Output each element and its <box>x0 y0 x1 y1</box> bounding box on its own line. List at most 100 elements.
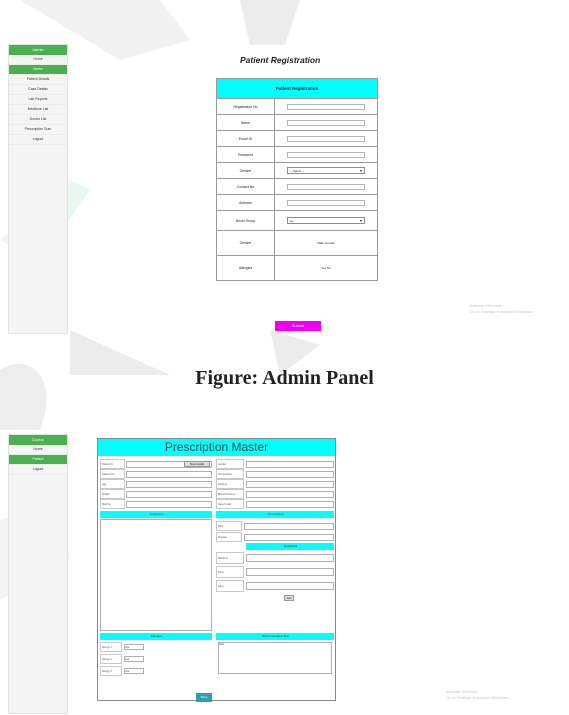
form-row: Name <box>216 114 378 131</box>
field-cell <box>274 146 378 163</box>
text-input[interactable] <box>287 135 365 142</box>
field-label: Contact No <box>216 178 275 195</box>
add-button[interactable]: Add <box>284 595 294 601</box>
field-label: Dose <box>216 566 244 578</box>
sidebar-item[interactable]: Home <box>9 445 67 455</box>
field-label: Allergies <box>216 255 275 281</box>
form-row: Registration No <box>216 98 378 115</box>
select-field[interactable] <box>246 582 334 590</box>
sidebar-item[interactable]: Logout <box>9 465 67 475</box>
prescription-header: Prescription <box>216 511 334 518</box>
text-input[interactable] <box>246 501 334 508</box>
show-details-button[interactable]: Show Details <box>184 461 210 467</box>
text-input[interactable] <box>287 199 365 206</box>
radio-group[interactable]: Male Female <box>276 241 376 245</box>
form-row: Password <box>216 146 378 163</box>
text-input[interactable] <box>246 481 334 488</box>
text-input[interactable] <box>287 151 365 158</box>
sidebar-item[interactable]: Doctor List <box>9 115 67 125</box>
sidebar-item[interactable]: Patient Details <box>9 75 67 85</box>
radio-group[interactable]: Yes No <box>276 266 376 270</box>
select-value: -- Select -- <box>290 169 305 173</box>
field-label: Weight <box>100 489 125 499</box>
field-label: Case Detail <box>216 499 244 509</box>
field-cell: Yes No <box>274 255 378 281</box>
symptoms-header: Symptoms <box>100 511 212 518</box>
sidebar-item[interactable]: Prescription Sum <box>9 125 67 135</box>
field-cell: A+ ▾ <box>274 210 378 231</box>
field-label: Age <box>100 479 125 489</box>
activate-windows-notice-2: Activate Windows Go to Settings to activ… <box>446 689 509 701</box>
sidebar-item[interactable]: Lab Reports <box>9 95 67 105</box>
field-cell <box>274 130 378 147</box>
field-label: Name <box>216 114 275 131</box>
text-input[interactable]: Yes <box>124 656 144 662</box>
chevron-down-icon: ▾ <box>359 168 362 173</box>
field-label: Blood Pressure <box>216 489 244 499</box>
symptoms-textarea[interactable] <box>100 519 212 631</box>
form-row: Address <box>216 194 378 211</box>
select-field[interactable]: -- Select -- ▾ <box>287 167 365 174</box>
registration-form: Patient Registration Registration No Name… <box>216 78 378 281</box>
chevron-down-icon: ▾ <box>359 218 362 223</box>
text-input[interactable] <box>126 491 212 498</box>
form-row: Gender -- Select -- ▾ <box>216 162 378 179</box>
text-input[interactable] <box>126 501 212 508</box>
field-label: Allergy 1 <box>100 642 122 652</box>
select-value: A+ <box>290 219 294 223</box>
field-cell <box>274 114 378 131</box>
field-label: Temperature <box>216 469 244 479</box>
text-input[interactable]: Yes <box>124 644 144 650</box>
field-label: Allergy 2 <box>100 654 122 664</box>
figure-caption: Figure: Admin Panel <box>195 367 374 389</box>
save-button[interactable]: Save <box>196 693 212 702</box>
text-input[interactable] <box>246 491 334 498</box>
text-input[interactable] <box>126 471 212 478</box>
field-label: Gender <box>216 162 275 179</box>
field-label: Gender <box>216 230 275 256</box>
select-field[interactable]: A+ ▾ <box>287 217 365 224</box>
medicines-header: Medicines <box>246 543 334 550</box>
field-label: Address <box>216 194 275 211</box>
field-cell <box>274 98 378 115</box>
sidebar-header: Doctor <box>9 435 67 445</box>
recommended-test-input[interactable]: Test <box>218 642 332 674</box>
text-input[interactable] <box>287 183 365 190</box>
text-input[interactable] <box>246 461 334 468</box>
field-label: Medicine <box>216 552 244 564</box>
submit-button[interactable]: Submit <box>275 321 321 331</box>
field-label: Registration No <box>216 98 275 115</box>
activate-windows-notice: Activate Windows Go to Settings to activ… <box>470 303 533 315</box>
field-label: Date <box>216 521 242 531</box>
form-row: Contact No <box>216 178 378 195</box>
text-input[interactable]: Yes <box>124 668 144 674</box>
select-field[interactable] <box>246 554 334 562</box>
sidebar-item[interactable]: Nurse <box>9 65 67 75</box>
recommended-test-header: Recommended Test <box>216 633 334 640</box>
sidebar-item[interactable]: Case Details <box>9 85 67 95</box>
field-cell: -- Select -- ▾ <box>274 162 378 179</box>
text-input[interactable] <box>126 481 212 488</box>
field-label: Address <box>216 479 244 489</box>
sidebar-item[interactable]: Home <box>9 55 67 65</box>
select-field[interactable] <box>246 568 334 576</box>
admin-sidebar: Admin Home Nurse Patient Details Case Detai… <box>8 44 68 334</box>
field-cell <box>274 178 378 195</box>
sidebar-item[interactable]: Patient <box>9 455 67 465</box>
text-input[interactable] <box>287 119 365 126</box>
field-cell <box>274 194 378 211</box>
prescription-title: Prescription Master <box>98 439 335 456</box>
sidebar-item[interactable]: Logout <box>9 135 67 145</box>
field-label: Email ID <box>216 130 275 147</box>
field-label: Patient Nm <box>100 469 125 479</box>
form-row: Gender Male Female <box>216 230 378 256</box>
text-input[interactable] <box>287 103 365 110</box>
allergies-header: Allergies <box>100 633 212 640</box>
sidebar-item[interactable]: Medicine List <box>9 105 67 115</box>
form-row: Allergies Yes No <box>216 255 378 281</box>
text-input[interactable] <box>244 534 334 541</box>
form-row: Email ID <box>216 130 378 147</box>
text-input[interactable] <box>244 523 334 530</box>
text-input[interactable] <box>246 471 334 478</box>
field-label: Days <box>216 580 244 592</box>
